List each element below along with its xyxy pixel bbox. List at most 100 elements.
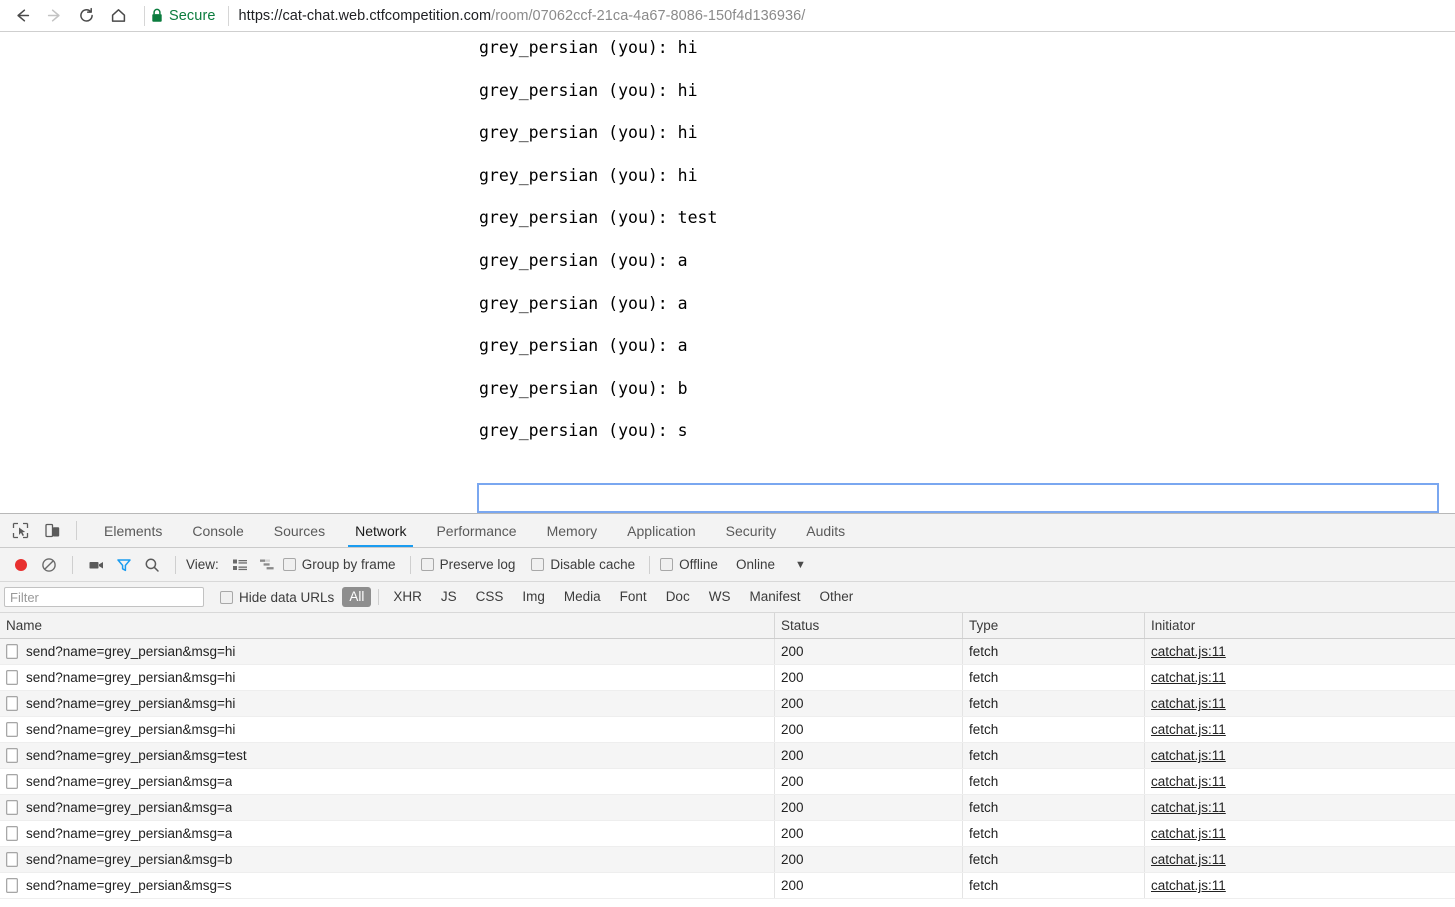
tab-application[interactable]: Application [612, 514, 711, 547]
type-filter-js[interactable]: JS [434, 587, 464, 607]
type-filter-css[interactable]: CSS [469, 587, 511, 607]
chat-message: grey_persian (you): test [479, 208, 718, 228]
type-filter-manifest[interactable]: Manifest [742, 587, 807, 607]
offline-checkbox[interactable]: Offline [660, 557, 718, 572]
type-filter-other[interactable]: Other [812, 587, 860, 607]
chat-message-input[interactable] [477, 483, 1439, 513]
offline-label: Offline [679, 557, 718, 572]
chat-message: grey_persian (you): b [479, 378, 688, 398]
chat-message: grey_persian (you): hi [479, 38, 698, 57]
type-filter-media[interactable]: Media [557, 587, 608, 607]
disable-cache-checkbox[interactable]: Disable cache [531, 557, 635, 572]
table-row[interactable]: send?name=grey_persian&msg=a 200 fetch catc… [0, 795, 1455, 821]
checkbox-box [420, 558, 434, 571]
type-filter-xhr[interactable]: XHR [386, 587, 429, 607]
initiator-link[interactable]: catchat.js:11 [1151, 826, 1226, 841]
tab-sources[interactable]: Sources [259, 514, 340, 547]
tab-performance[interactable]: Performance [421, 514, 531, 547]
document-icon [6, 696, 18, 711]
cell-initiator: catchat.js:11 [1145, 743, 1455, 768]
initiator-link[interactable]: catchat.js:11 [1151, 748, 1226, 763]
filter-toggle-button[interactable] [111, 552, 137, 578]
table-row[interactable]: send?name=grey_persian&msg=s 200 fetch catc… [0, 873, 1455, 899]
table-row[interactable]: send?name=grey_persian&msg=hi 200 fetch cat… [0, 691, 1455, 717]
preserve-log-label: Preserve log [439, 557, 516, 572]
table-row[interactable]: send?name=grey_persian&msg=a 200 fetch catc… [0, 821, 1455, 847]
initiator-link[interactable]: catchat.js:11 [1151, 670, 1226, 685]
type-filter-doc[interactable]: Doc [659, 587, 697, 607]
devtools-tabs: Elements Console Sources Network Perform… [89, 514, 860, 547]
cell-status: 200 [775, 691, 963, 716]
initiator-link[interactable]: catchat.js:11 [1151, 852, 1226, 867]
column-header-type[interactable]: Type [963, 613, 1145, 638]
devtools-tabstrip: Elements Console Sources Network Perform… [0, 514, 1455, 548]
type-filter-all[interactable]: All [342, 587, 372, 607]
cell-initiator: catchat.js:11 [1145, 873, 1455, 898]
cell-type: fetch [963, 665, 1145, 690]
preserve-log-checkbox[interactable]: Preserve log [420, 557, 516, 572]
table-row[interactable]: send?name=grey_persian&msg=hi 200 fetch cat… [0, 665, 1455, 691]
record-button[interactable] [8, 552, 34, 578]
address-bar[interactable]: https://cat-chat.web.ctfcompetition.com/… [239, 8, 1455, 24]
throttling-value[interactable]: Online [736, 557, 775, 572]
tab-security[interactable]: Security [711, 514, 792, 547]
chevron-down-icon[interactable]: ▼ [795, 559, 806, 571]
cell-type: fetch [963, 743, 1145, 768]
inspect-cursor-icon [12, 522, 28, 539]
type-filter-ws[interactable]: WS [702, 587, 738, 607]
type-filter-img[interactable]: Img [515, 587, 552, 607]
table-row[interactable]: send?name=grey_persian&msg=hi 200 fetch cat… [0, 639, 1455, 665]
clear-button[interactable] [36, 552, 62, 578]
group-by-frame-checkbox[interactable]: Group by frame [282, 557, 396, 572]
chat-message: grey_persian (you): hi [479, 165, 698, 185]
document-icon [6, 644, 18, 659]
column-header-initiator[interactable]: Initiator [1145, 613, 1455, 638]
table-row[interactable]: send?name=grey_persian&msg=a 200 fetch catc… [0, 769, 1455, 795]
cell-status: 200 [775, 847, 963, 872]
cell-status: 200 [775, 639, 963, 664]
forward-button[interactable] [38, 1, 70, 31]
column-header-status[interactable]: Status [775, 613, 963, 638]
view-waterfall-button[interactable] [255, 552, 281, 578]
table-row[interactable]: send?name=grey_persian&msg=b 200 fetch catc… [0, 847, 1455, 873]
home-button[interactable] [102, 1, 134, 31]
type-filter-font[interactable]: Font [613, 587, 654, 607]
initiator-link[interactable]: catchat.js:11 [1151, 696, 1226, 711]
tab-audits[interactable]: Audits [791, 514, 860, 547]
toolbar-divider [72, 555, 73, 574]
capture-screenshots-button[interactable] [83, 552, 109, 578]
initiator-link[interactable]: catchat.js:11 [1151, 878, 1226, 893]
cell-status: 200 [775, 821, 963, 846]
column-header-name[interactable]: Name [0, 613, 775, 638]
cell-name: send?name=grey_persian&msg=s [0, 873, 775, 898]
initiator-link[interactable]: catchat.js:11 [1151, 722, 1226, 737]
view-list-button[interactable] [227, 552, 253, 578]
tab-elements[interactable]: Elements [89, 514, 177, 547]
security-indicator[interactable]: Secure [151, 8, 226, 24]
request-name: send?name=grey_persian&msg=hi [6, 722, 235, 737]
filter-input[interactable] [4, 587, 204, 607]
initiator-link[interactable]: catchat.js:11 [1151, 644, 1226, 659]
cell-type: fetch [963, 847, 1145, 872]
tab-memory[interactable]: Memory [532, 514, 613, 547]
tab-network[interactable]: Network [340, 514, 421, 547]
tab-console[interactable]: Console [177, 514, 258, 547]
back-button[interactable] [6, 1, 38, 31]
hide-data-urls-checkbox[interactable]: Hide data URLs [220, 590, 334, 605]
cell-status: 200 [775, 665, 963, 690]
checkbox-box [660, 558, 674, 571]
url-origin: https://cat-chat.web.ctfcompetition.com [238, 7, 492, 24]
search-button[interactable] [139, 552, 165, 578]
chat-message: grey_persian (you): a [479, 293, 688, 313]
checkbox-box [282, 558, 296, 571]
reload-button[interactable] [70, 1, 102, 31]
device-toolbar-button[interactable] [40, 519, 64, 543]
initiator-link[interactable]: catchat.js:11 [1151, 800, 1226, 815]
inspect-element-button[interactable] [8, 519, 32, 543]
table-row[interactable]: send?name=grey_persian&msg=test 200 fetch c… [0, 743, 1455, 769]
initiator-link[interactable]: catchat.js:11 [1151, 774, 1226, 789]
cell-type: fetch [963, 873, 1145, 898]
clear-no-entry-icon [42, 557, 56, 572]
table-row[interactable]: send?name=grey_persian&msg=hi 200 fetch cat… [0, 717, 1455, 743]
document-icon [6, 878, 18, 893]
